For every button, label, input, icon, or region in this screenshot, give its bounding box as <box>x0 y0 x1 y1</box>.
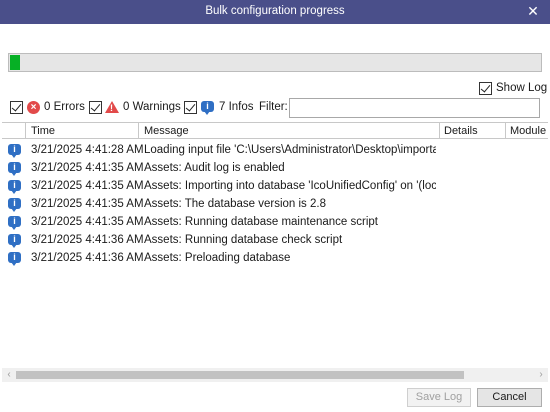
column-header-details[interactable]: Details <box>444 125 478 137</box>
row-time: 3/21/2025 4:41:36 AM <box>31 234 144 246</box>
log-table: Time Message Details Module i 3/21/2025 … <box>2 122 548 382</box>
errors-label[interactable]: 0 Errors <box>44 101 85 113</box>
table-row[interactable]: i 3/21/2025 4:41:35 AM Assets: Running d… <box>2 214 548 232</box>
row-message: Assets: Preloading database <box>144 252 291 264</box>
show-log-label[interactable]: Show Log <box>496 82 547 94</box>
infos-checkbox[interactable] <box>184 101 197 114</box>
title-bar: Bulk configuration progress ✕ <box>0 0 550 24</box>
progress-fill <box>10 55 20 70</box>
info-icon: i <box>8 252 21 266</box>
info-glyph: i <box>13 144 16 154</box>
progress-bar <box>8 53 542 72</box>
scrollbar-thumb[interactable] <box>16 371 464 379</box>
show-log-checkbox[interactable] <box>479 82 492 95</box>
row-time: 3/21/2025 4:41:35 AM <box>31 198 144 210</box>
warning-icon: ! <box>105 101 119 113</box>
info-glyph: i <box>206 101 209 111</box>
info-glyph: i <box>13 252 16 262</box>
info-icon: i <box>8 216 21 230</box>
save-log-button[interactable]: Save Log <box>407 388 471 407</box>
row-time: 3/21/2025 4:41:36 AM <box>31 252 144 264</box>
close-icon[interactable]: ✕ <box>526 3 540 19</box>
filter-label: Filter: <box>259 101 288 113</box>
info-icon: i <box>8 198 21 212</box>
errors-checkbox[interactable] <box>10 101 23 114</box>
column-divider[interactable] <box>138 123 139 139</box>
cancel-button[interactable]: Cancel <box>477 388 542 407</box>
row-message: Assets: Running database check script <box>144 234 343 246</box>
row-time: 3/21/2025 4:41:35 AM <box>31 180 144 192</box>
column-divider[interactable] <box>25 123 26 139</box>
infos-label[interactable]: 7 Infos <box>219 101 254 113</box>
horizontal-scrollbar[interactable]: ‹ › <box>2 368 548 382</box>
row-message: Assets: Audit log is enabled <box>144 162 285 174</box>
info-icon: i <box>8 162 21 176</box>
row-message: Loading input file 'C:\Users\Administrat… <box>144 144 436 156</box>
row-message: Assets: Importing into database 'IcoUnif… <box>144 180 436 192</box>
column-header-time[interactable]: Time <box>31 125 55 137</box>
warnings-label[interactable]: 0 Warnings <box>123 101 181 113</box>
info-icon: i <box>8 234 21 248</box>
info-icon: i <box>8 180 21 194</box>
row-message: Assets: Running database maintenance scr… <box>144 216 378 228</box>
table-header: Time Message Details Module <box>2 123 548 139</box>
scroll-left-icon[interactable]: ‹ <box>2 368 16 382</box>
error-icon: × <box>27 101 40 114</box>
window-title: Bulk configuration progress <box>205 5 345 17</box>
table-row[interactable]: i 3/21/2025 4:41:28 AM Loading input fil… <box>2 142 548 160</box>
info-icon: i <box>201 101 214 115</box>
scroll-right-icon[interactable]: › <box>534 368 548 382</box>
row-message: Assets: The database version is 2.8 <box>144 198 326 210</box>
column-header-message[interactable]: Message <box>144 125 189 137</box>
table-row[interactable]: i 3/21/2025 4:41:35 AM Assets: The datab… <box>2 196 548 214</box>
info-glyph: i <box>13 216 16 226</box>
table-row[interactable]: i 3/21/2025 4:41:35 AM Assets: Audit log… <box>2 160 548 178</box>
row-time: 3/21/2025 4:41:28 AM <box>31 144 144 156</box>
filter-input[interactable] <box>289 98 540 118</box>
table-row[interactable]: i 3/21/2025 4:41:36 AM Assets: Preloadin… <box>2 250 548 268</box>
row-time: 3/21/2025 4:41:35 AM <box>31 162 144 174</box>
column-header-module[interactable]: Module <box>510 125 546 137</box>
column-divider[interactable] <box>439 123 440 139</box>
warnings-checkbox[interactable] <box>89 101 102 114</box>
info-glyph: i <box>13 162 16 172</box>
info-glyph: i <box>13 198 16 208</box>
table-row[interactable]: i 3/21/2025 4:41:35 AM Assets: Importing… <box>2 178 548 196</box>
row-time: 3/21/2025 4:41:35 AM <box>31 216 144 228</box>
info-glyph: i <box>13 180 16 190</box>
table-row[interactable]: i 3/21/2025 4:41:36 AM Assets: Running d… <box>2 232 548 250</box>
column-divider[interactable] <box>505 123 506 139</box>
info-icon: i <box>8 144 21 158</box>
warning-glyph: ! <box>110 103 113 113</box>
info-glyph: i <box>13 234 16 244</box>
